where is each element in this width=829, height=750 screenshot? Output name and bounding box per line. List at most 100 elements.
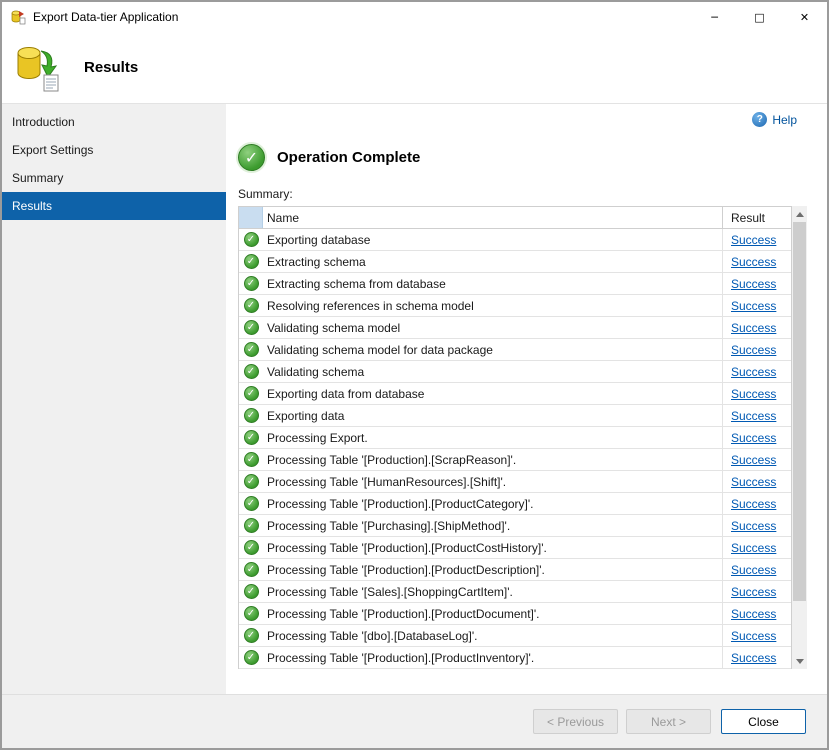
step-name: Processing Table '[Purchasing].[ShipMeth… — [263, 515, 723, 536]
row-icon-cell — [239, 581, 263, 602]
success-link[interactable]: Success — [731, 343, 776, 357]
table-header-row: Name Result — [239, 207, 791, 229]
success-check-icon — [244, 386, 259, 401]
success-link[interactable]: Success — [731, 585, 776, 599]
success-link[interactable]: Success — [731, 563, 776, 577]
table-row[interactable]: Extracting schema from database Success — [239, 273, 791, 295]
result-cell: Success — [723, 229, 791, 250]
previous-button[interactable]: < Previous — [533, 709, 618, 734]
scrollbar-track[interactable] — [792, 222, 807, 653]
close-window-button[interactable]: ✕ — [782, 2, 827, 32]
sidebar-step-label: Results — [12, 199, 52, 213]
dialog-footer: < Previous Next > Close — [2, 694, 827, 748]
success-check-icon — [244, 232, 259, 247]
success-link[interactable]: Success — [731, 365, 776, 379]
table-row[interactable]: Validating schema model for data package… — [239, 339, 791, 361]
step-name: Resolving references in schema model — [263, 295, 723, 316]
table-row[interactable]: Processing Table '[dbo].[DatabaseLog]'. … — [239, 625, 791, 647]
success-link[interactable]: Success — [731, 431, 776, 445]
maximize-button[interactable]: □ — [737, 2, 782, 32]
table-row[interactable]: Processing Table '[Production].[ProductC… — [239, 537, 791, 559]
success-check-icon — [244, 562, 259, 577]
success-check-icon — [244, 342, 259, 357]
success-link[interactable]: Success — [731, 387, 776, 401]
table-row[interactable]: Processing Export. Success — [239, 427, 791, 449]
table-row[interactable]: Processing Table '[Sales].[ShoppingCartI… — [239, 581, 791, 603]
step-name: Exporting data from database — [263, 383, 723, 404]
table-row[interactable]: Exporting data Success — [239, 405, 791, 427]
sidebar-step-item[interactable]: Export Settings — [2, 136, 226, 164]
success-link[interactable]: Success — [731, 475, 776, 489]
success-check-icon — [244, 584, 259, 599]
success-link[interactable]: Success — [731, 629, 776, 643]
sidebar-step-item[interactable]: Summary — [2, 164, 226, 192]
table-row[interactable]: Extracting schema Success — [239, 251, 791, 273]
sidebar-step-item[interactable]: Results — [2, 192, 226, 220]
result-cell: Success — [723, 515, 791, 536]
help-label: Help — [772, 113, 797, 127]
success-link[interactable]: Success — [731, 497, 776, 511]
titlebar: Export Data-tier Application ─ □ ✕ — [2, 2, 827, 32]
close-button[interactable]: Close — [721, 709, 806, 734]
table-row[interactable]: Processing Table '[Production].[ProductD… — [239, 559, 791, 581]
success-link[interactable]: Success — [731, 233, 776, 247]
export-dta-dialog: Export Data-tier Application ─ □ ✕ Resul… — [0, 0, 829, 750]
table-row[interactable]: Exporting database Success — [239, 229, 791, 251]
row-icon-cell — [239, 339, 263, 360]
step-name: Exporting database — [263, 229, 723, 250]
result-cell: Success — [723, 581, 791, 602]
sidebar-step-label: Summary — [12, 171, 63, 185]
row-icon-cell — [239, 537, 263, 558]
success-link[interactable]: Success — [731, 541, 776, 555]
scroll-up-button[interactable] — [792, 206, 807, 222]
row-icon-cell — [239, 405, 263, 426]
success-check-icon — [244, 452, 259, 467]
step-name: Processing Export. — [263, 427, 723, 448]
table-row[interactable]: Resolving references in schema model Suc… — [239, 295, 791, 317]
scrollbar-thumb[interactable] — [793, 222, 806, 601]
table-row[interactable]: Processing Table '[Production].[ScrapRea… — [239, 449, 791, 471]
sidebar-step-item[interactable]: Introduction — [2, 108, 226, 136]
result-cell: Success — [723, 625, 791, 646]
success-link[interactable]: Success — [731, 321, 776, 335]
table-row[interactable]: Processing Table '[Production].[ProductI… — [239, 647, 791, 669]
status-title: Operation Complete — [277, 149, 420, 166]
table-row[interactable]: Validating schema Success — [239, 361, 791, 383]
success-link[interactable]: Success — [731, 409, 776, 423]
result-column-header[interactable]: Result — [723, 207, 791, 228]
wizard-steps-sidebar: Introduction Export Settings Summary Res… — [2, 104, 226, 694]
row-icon-cell — [239, 317, 263, 338]
minimize-button[interactable]: ─ — [692, 2, 737, 32]
success-link[interactable]: Success — [731, 651, 776, 665]
success-link[interactable]: Success — [731, 255, 776, 269]
result-cell: Success — [723, 603, 791, 624]
success-link[interactable]: Success — [731, 277, 776, 291]
table-row[interactable]: Processing Table '[Production].[ProductC… — [239, 493, 791, 515]
success-check-icon — [244, 518, 259, 533]
table-row[interactable]: Processing Table '[Production].[ProductD… — [239, 603, 791, 625]
success-check-icon — [244, 430, 259, 445]
success-link[interactable]: Success — [731, 453, 776, 467]
operation-status: Operation Complete — [238, 144, 827, 171]
vertical-scrollbar[interactable] — [792, 206, 807, 669]
success-link[interactable]: Success — [731, 607, 776, 621]
name-column-header[interactable]: Name — [263, 207, 723, 228]
row-icon-cell — [239, 449, 263, 470]
success-link[interactable]: Success — [731, 299, 776, 313]
help-link[interactable]: ? Help — [752, 112, 797, 127]
step-name: Processing Table '[Production].[ProductC… — [263, 493, 723, 514]
step-name: Processing Table '[Production].[ProductD… — [263, 559, 723, 580]
success-link[interactable]: Success — [731, 519, 776, 533]
sidebar-step-label: Introduction — [12, 115, 75, 129]
table-row[interactable]: Validating schema model Success — [239, 317, 791, 339]
icon-column-header[interactable] — [239, 207, 263, 228]
step-name: Processing Table '[Production].[ProductI… — [263, 647, 723, 668]
table-row[interactable]: Processing Table '[Purchasing].[ShipMeth… — [239, 515, 791, 537]
table-row[interactable]: Exporting data from database Success — [239, 383, 791, 405]
results-table: Name Result Exporting database Success — [238, 206, 792, 669]
results-panel: ? Help Operation Complete Summary: Name … — [226, 104, 827, 694]
window-controls: ─ □ ✕ — [692, 2, 827, 32]
table-row[interactable]: Processing Table '[HumanResources].[Shif… — [239, 471, 791, 493]
next-button[interactable]: Next > — [626, 709, 711, 734]
scroll-down-button[interactable] — [792, 653, 807, 669]
